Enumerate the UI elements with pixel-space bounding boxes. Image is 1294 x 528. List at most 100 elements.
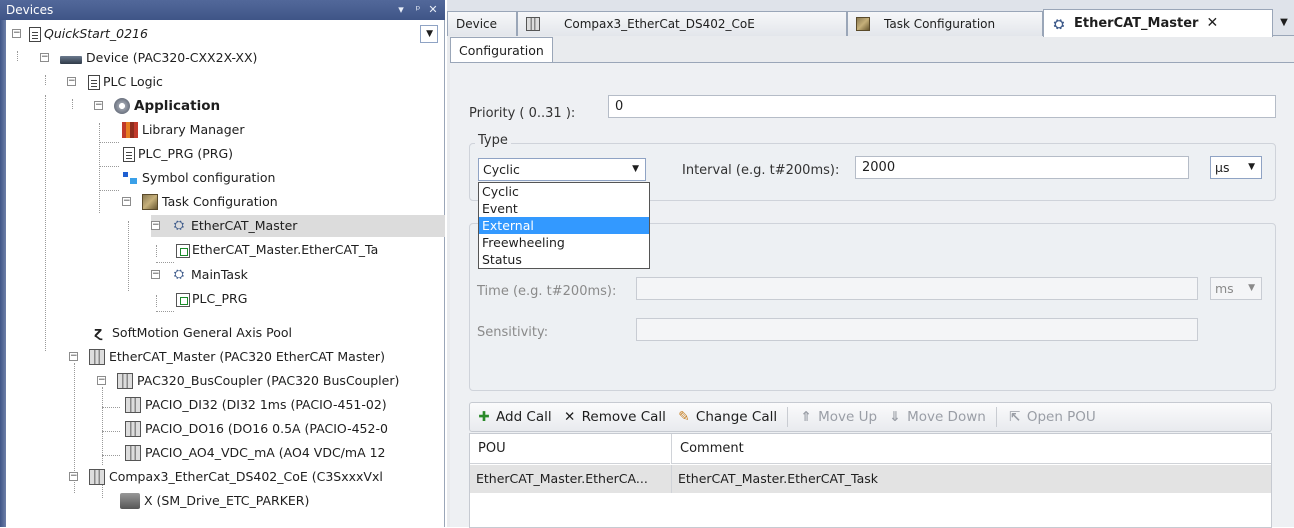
tab-list-dropdown-icon[interactable]: ▼ bbox=[1276, 13, 1292, 33]
tree-node-ethercat-master-task[interactable]: − ⛭ EtherCAT_Master bbox=[151, 215, 445, 237]
open-pou-button[interactable]: ⇱ Open POU bbox=[1007, 409, 1096, 425]
program-call-icon bbox=[176, 292, 190, 307]
interval-label: Interval (e.g. t#200ms): bbox=[682, 163, 840, 178]
ethercat-master-icon bbox=[89, 349, 105, 365]
device-tab-icon bbox=[526, 17, 540, 31]
collapse-icon[interactable]: − bbox=[151, 270, 160, 279]
io-module-icon bbox=[125, 421, 141, 437]
tree-node-label: Symbol configuration bbox=[142, 170, 276, 185]
collapse-icon[interactable]: − bbox=[12, 29, 21, 38]
collapse-icon[interactable]: − bbox=[122, 197, 131, 206]
type-option-cyclic[interactable]: Cyclic bbox=[479, 183, 649, 200]
collapse-icon[interactable]: − bbox=[94, 101, 103, 110]
tab-device[interactable]: Device bbox=[447, 11, 517, 36]
task-icon: ⛭ bbox=[173, 267, 185, 282]
move-up-button[interactable]: ⇑ Move Up bbox=[798, 409, 877, 425]
io-module-icon bbox=[125, 397, 141, 413]
tab-ethercat-master[interactable]: ⛭ EtherCAT_Master ✕ bbox=[1043, 9, 1273, 37]
add-call-button[interactable]: ✚ Add Call bbox=[476, 409, 551, 425]
type-option-event[interactable]: Event bbox=[479, 200, 649, 217]
time-input bbox=[636, 277, 1198, 300]
arrow-up-icon: ⇑ bbox=[800, 409, 812, 425]
tree-node-label: EtherCAT_Master.EtherCAT_Ta bbox=[192, 242, 379, 257]
tree-node-plc-logic[interactable]: − PLC Logic bbox=[67, 71, 163, 93]
tree-node-label: EtherCAT_Master bbox=[191, 218, 298, 233]
pou-call-table: POU Comment EtherCAT_Master.EtherCA... E… bbox=[469, 433, 1272, 528]
tree-node-project[interactable]: − QuickStart_0216 ▼ bbox=[6, 23, 445, 45]
pane-menu-dropdown-icon[interactable]: ▾ bbox=[392, 0, 410, 20]
type-dropdown-list[interactable]: Cyclic Event External Freewheeling Statu… bbox=[478, 182, 650, 269]
tree-node-device[interactable]: − Device (PAC320-CXX2X-XX) bbox=[40, 47, 257, 69]
type-option-status[interactable]: Status bbox=[479, 251, 649, 268]
close-tab-icon[interactable]: ✕ bbox=[1206, 12, 1218, 35]
tree-node-pacio-di32[interactable]: PACIO_DI32 (DI32 1ms (PACIO-451-02) bbox=[125, 394, 387, 416]
tree-node-ethercat-master-device[interactable]: − EtherCAT_Master (PAC320 EtherCAT Maste… bbox=[69, 346, 385, 368]
column-header-pou[interactable]: POU bbox=[470, 434, 670, 464]
tree-node-label: SoftMotion General Axis Pool bbox=[112, 325, 293, 340]
remove-call-button[interactable]: ✕ Remove Call bbox=[562, 409, 666, 425]
type-option-external[interactable]: External bbox=[479, 217, 649, 234]
sensitivity-label: Sensitivity: bbox=[477, 325, 549, 340]
collapse-icon[interactable]: − bbox=[67, 77, 76, 86]
project-icon bbox=[29, 26, 41, 42]
tree-dropdown-button[interactable]: ▼ bbox=[420, 25, 438, 43]
collapse-icon[interactable]: − bbox=[69, 352, 78, 361]
collapse-icon[interactable]: − bbox=[97, 376, 106, 385]
device-tree[interactable]: − QuickStart_0216 ▼ − Device (PAC320-CXX… bbox=[6, 20, 445, 527]
tree-node-maintask[interactable]: − ⛭ MainTask bbox=[151, 264, 248, 286]
priority-input[interactable]: 0 bbox=[608, 95, 1276, 118]
bus-coupler-icon bbox=[117, 373, 133, 389]
tree-node-label: Compax3_EtherCat_DS402_CoE (C3SxxxVxl bbox=[109, 469, 383, 484]
tree-node-label: PACIO_DI32 (DI32 1ms (PACIO-451-02) bbox=[145, 397, 387, 412]
tree-node-label: PLC_PRG bbox=[192, 291, 248, 306]
tree-node-symbol-configuration[interactable]: Symbol configuration bbox=[122, 167, 275, 189]
type-option-freewheeling[interactable]: Freewheeling bbox=[479, 234, 649, 251]
task-configuration-icon bbox=[856, 17, 870, 31]
table-cell-comment[interactable]: EtherCAT_Master.EtherCAT_Task bbox=[671, 465, 1271, 493]
collapse-icon[interactable]: − bbox=[40, 53, 49, 62]
application-gear-icon bbox=[114, 98, 130, 114]
tab-compax3[interactable]: Compax3_EtherCat_DS402_CoE bbox=[517, 11, 847, 36]
tab-task-configuration[interactable]: Task Configuration bbox=[847, 11, 1043, 36]
type-combobox-value: Cyclic bbox=[483, 162, 520, 177]
tree-node-bus-coupler[interactable]: − PAC320_BusCoupler (PAC320 BusCoupler) bbox=[97, 370, 399, 392]
tree-node-label: PLC Logic bbox=[103, 74, 163, 89]
table-cell-pou[interactable]: EtherCAT_Master.EtherCA... bbox=[470, 465, 671, 493]
tree-node-label: PACIO_DO16 (DO16 0.5A (PACIO-452-0 bbox=[145, 421, 388, 436]
chevron-down-icon: ▼ bbox=[1248, 283, 1255, 293]
tree-node-ethercat-task-call[interactable]: EtherCAT_Master.EtherCAT_Ta bbox=[176, 239, 378, 261]
drive-axis-icon bbox=[120, 493, 140, 509]
type-combobox[interactable]: Cyclic ▼ bbox=[478, 158, 646, 181]
interval-unit-combobox[interactable]: µs ▼ bbox=[1210, 156, 1262, 179]
tree-node-label: EtherCAT_Master (PAC320 EtherCAT Master) bbox=[109, 349, 385, 364]
tree-node-plc-prg[interactable]: PLC_PRG (PRG) bbox=[122, 143, 233, 165]
tree-node-axis-pool[interactable]: ɀ SoftMotion General Axis Pool bbox=[94, 322, 292, 344]
close-pane-icon[interactable]: ✕ bbox=[424, 0, 442, 20]
tree-node-compax3[interactable]: − Compax3_EtherCat_DS402_CoE (C3SxxxVxl bbox=[69, 466, 383, 488]
tree-node-task-configuration[interactable]: − Task Configuration bbox=[122, 191, 278, 213]
collapse-icon[interactable]: − bbox=[151, 221, 160, 230]
tree-node-label: Device (PAC320-CXX2X-XX) bbox=[86, 50, 258, 65]
tree-node-label: Application bbox=[134, 98, 221, 114]
tree-node-label: MainTask bbox=[191, 267, 248, 282]
tree-node-drive-axis[interactable]: X (SM_Drive_ETC_PARKER) bbox=[120, 490, 309, 512]
tree-node-label: PLC_PRG (PRG) bbox=[138, 146, 234, 161]
library-manager-icon bbox=[122, 122, 138, 138]
interval-input[interactable]: 2000 bbox=[855, 156, 1189, 179]
tree-node-library-manager[interactable]: Library Manager bbox=[122, 119, 244, 141]
change-call-button[interactable]: ✎ Change Call bbox=[676, 409, 777, 425]
tree-node-plc-prg-call[interactable]: PLC_PRG bbox=[176, 288, 247, 310]
tree-node-label: Task Configuration bbox=[162, 194, 278, 209]
tree-node-pacio-do16[interactable]: PACIO_DO16 (DO16 0.5A (PACIO-452-0 bbox=[125, 418, 388, 440]
collapse-icon[interactable]: − bbox=[69, 472, 78, 481]
tree-node-label: PAC320_BusCoupler (PAC320 BusCoupler) bbox=[137, 373, 400, 388]
arrow-down-icon: ⇓ bbox=[889, 409, 901, 425]
remove-x-icon: ✕ bbox=[563, 409, 576, 425]
tree-node-application[interactable]: − Application bbox=[94, 95, 220, 117]
tab-label: Task Configuration bbox=[884, 16, 996, 31]
tab-configuration[interactable]: Configuration bbox=[450, 37, 553, 62]
column-header-comment[interactable]: Comment bbox=[671, 434, 1271, 464]
move-down-button[interactable]: ⇓ Move Down bbox=[887, 409, 985, 425]
tree-node-pacio-ao4[interactable]: PACIO_AO4_VDC_mA (AO4 VDC/mA 12 bbox=[125, 442, 386, 464]
task-configuration-editor: Priority ( 0..31 ): 0 Type Cyclic ▼ Inte… bbox=[450, 62, 1294, 528]
